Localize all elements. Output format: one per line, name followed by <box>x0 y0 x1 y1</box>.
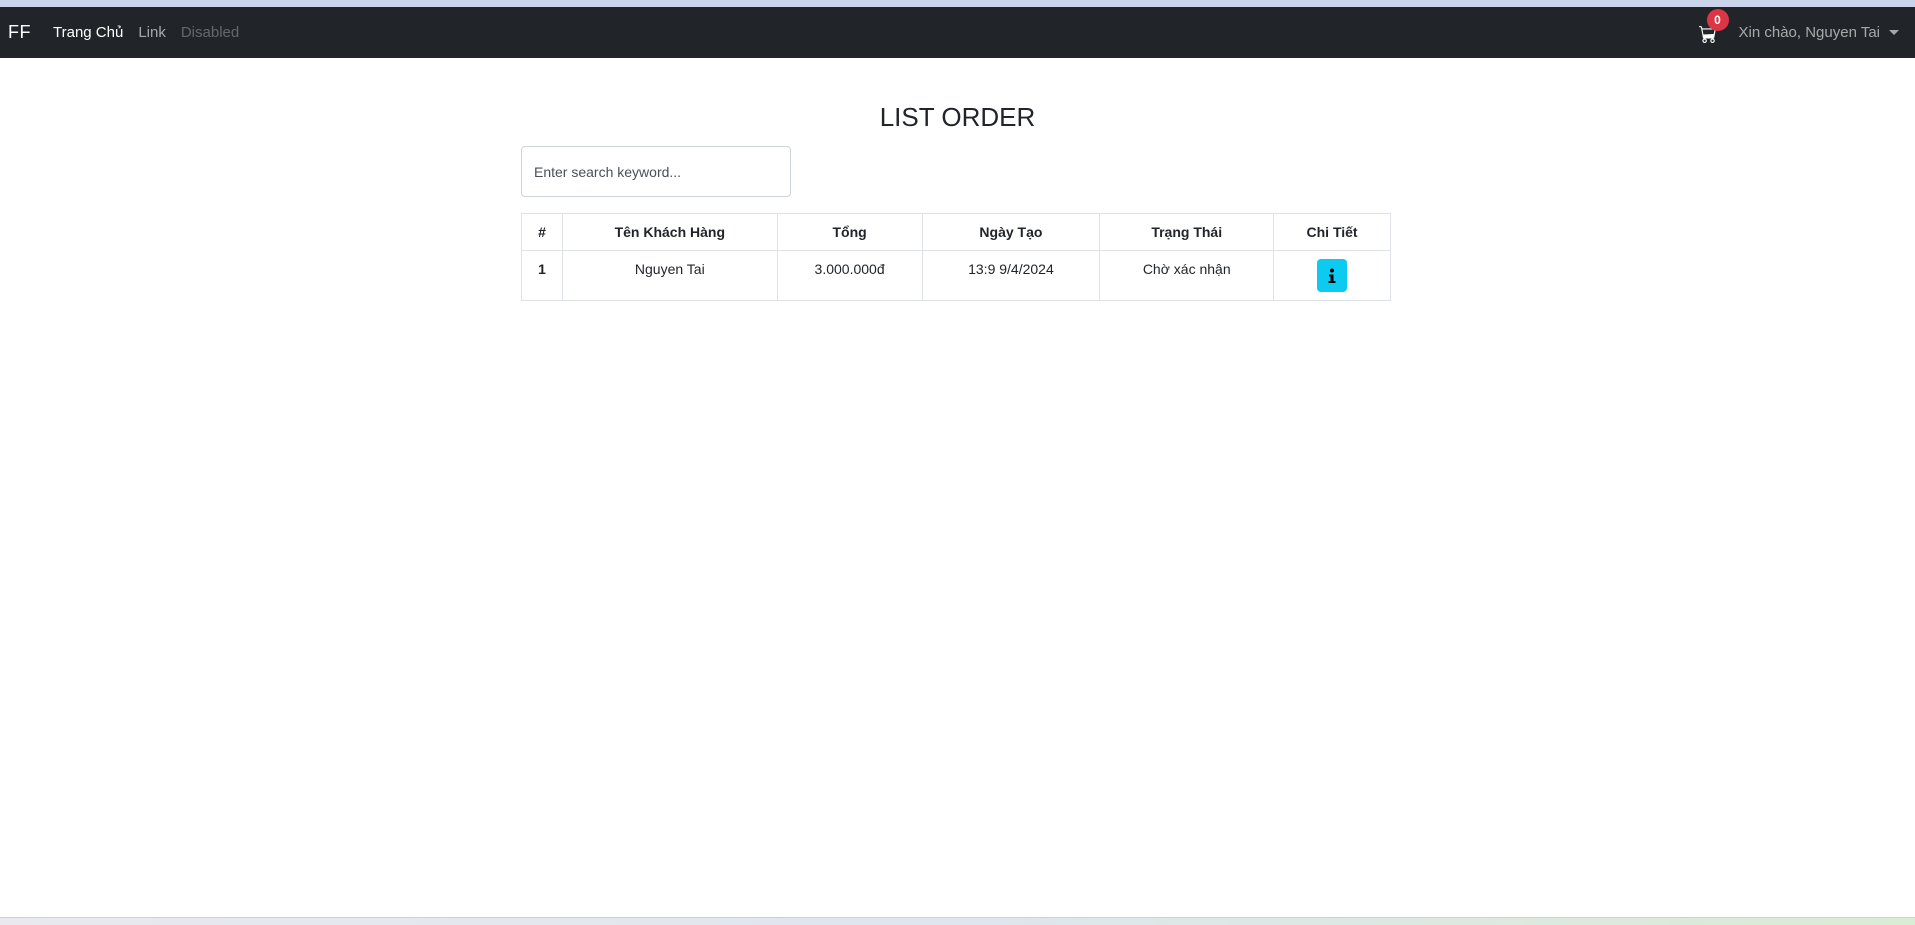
user-greeting: Xin chào, Nguyen Tai <box>1738 24 1880 41</box>
page-title: LIST ORDER <box>879 102 1036 132</box>
cell-customer: Nguyen Tai <box>561 250 778 301</box>
nav-link-link[interactable]: Link <box>138 24 166 41</box>
orders-table: # Tên Khách Hàng Tổng Ngày Tạo Trạng Thá… <box>521 213 1391 301</box>
info-icon <box>1328 268 1336 283</box>
header-customer: Tên Khách Hàng <box>561 213 778 251</box>
header-detail: Chi Tiết <box>1273 213 1391 251</box>
navbar-brand[interactable]: FF <box>8 22 31 43</box>
detail-button[interactable] <box>1317 259 1348 292</box>
cell-total: 3.000.000đ <box>776 250 923 301</box>
table-row: 1 Nguyen Tai 3.000.000đ 13:9 9/4/2024 Ch… <box>521 250 1391 301</box>
caret-down-icon <box>1889 30 1899 35</box>
user-dropdown[interactable]: Xin chào, Nguyen Tai <box>1739 24 1899 41</box>
table-header-row: # Tên Khách Hàng Tổng Ngày Tạo Trạng Thá… <box>521 213 1391 251</box>
header-total: Tổng <box>776 213 923 251</box>
window-top-strip <box>0 0 1915 7</box>
nav-link-home[interactable]: Trang Chủ <box>53 24 123 41</box>
cell-status: Chờ xác nhận <box>1099 250 1275 301</box>
navbar: FF Trang Chủ Link Disabled 0 Xin chào, N… <box>0 7 1915 58</box>
header-status: Trạng Thái <box>1099 213 1275 251</box>
cart-button[interactable]: 0 <box>1697 8 1729 45</box>
navbar-right: 0 Xin chào, Nguyen Tai <box>1697 7 1899 58</box>
search-input[interactable] <box>521 146 791 197</box>
header-created: Ngày Tạo <box>921 213 1101 251</box>
taskbar-strip <box>0 917 1915 925</box>
cart-count-badge: 0 <box>1706 8 1729 31</box>
cell-index: 1 <box>521 250 563 301</box>
cell-detail <box>1273 250 1391 301</box>
header-index: # <box>521 213 563 251</box>
nav-link-disabled: Disabled <box>180 24 240 41</box>
cell-created: 13:9 9/4/2024 <box>921 250 1101 301</box>
